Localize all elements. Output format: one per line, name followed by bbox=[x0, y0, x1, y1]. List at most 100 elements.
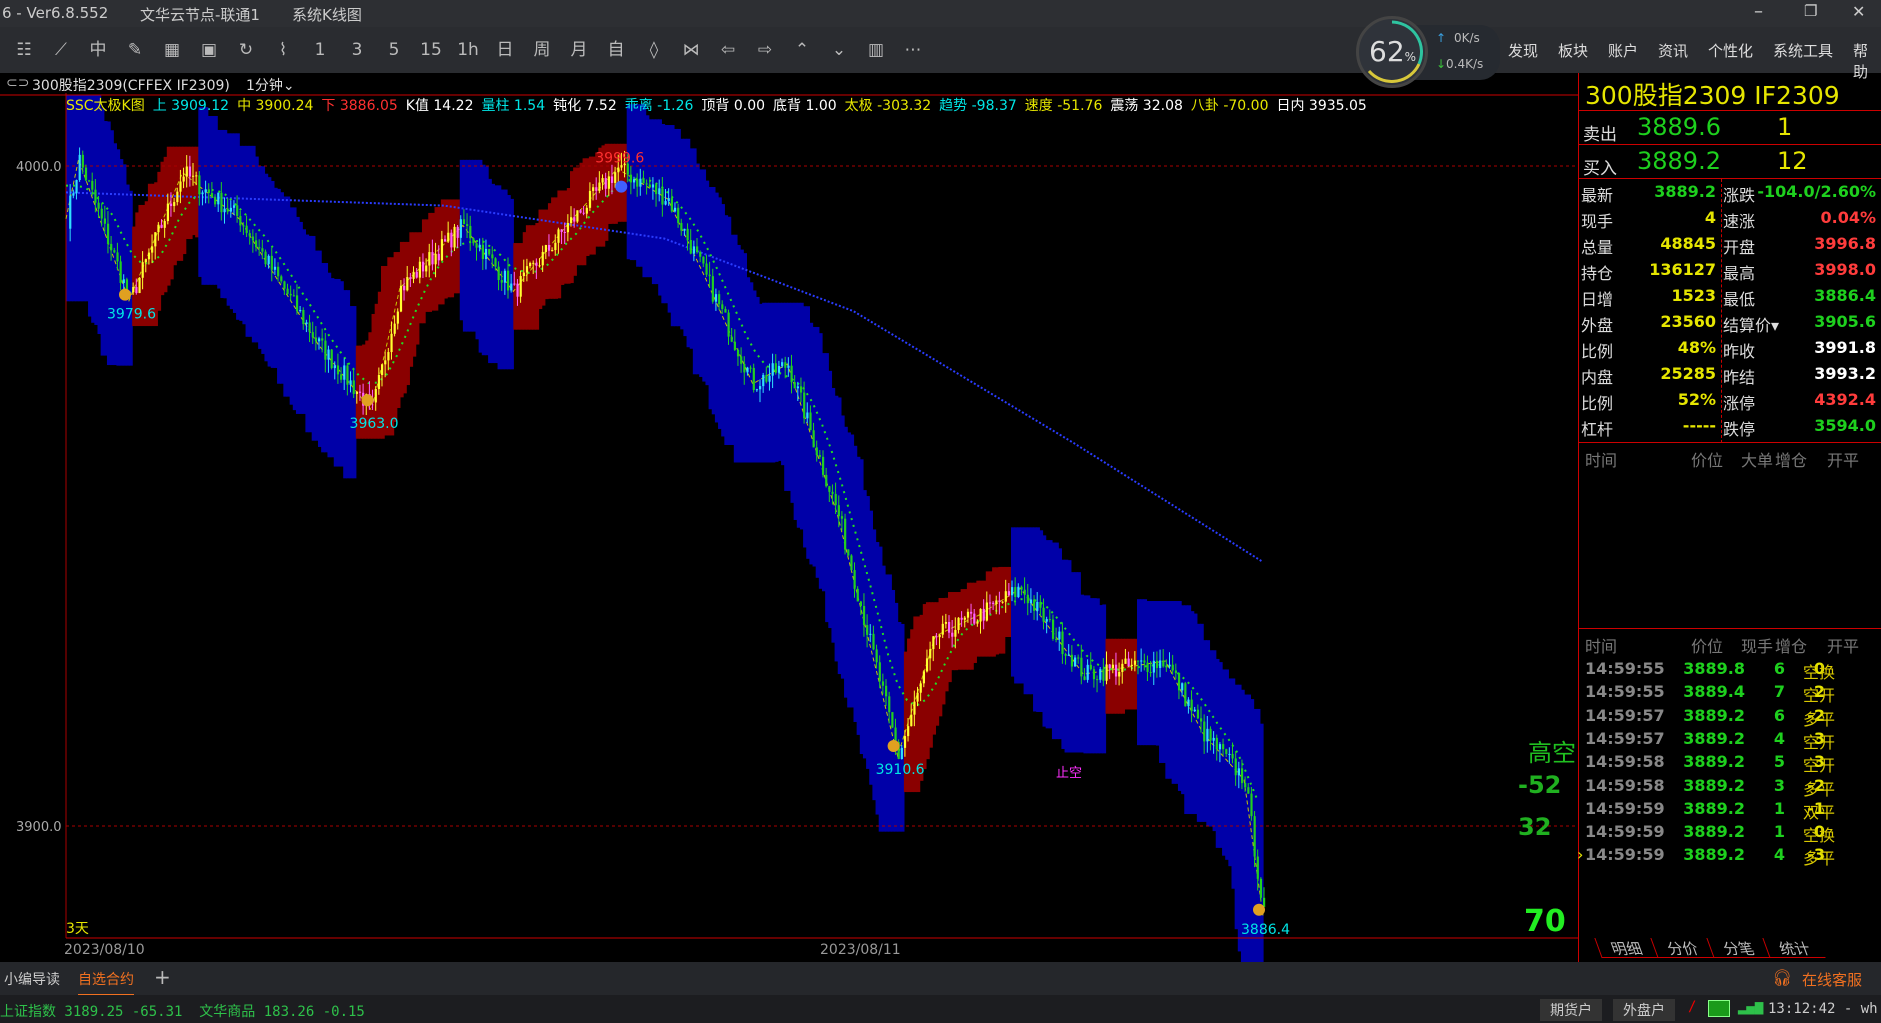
candle-body bbox=[806, 412, 809, 419]
candle-body bbox=[138, 277, 141, 294]
stop-short-tag: 止空 bbox=[1056, 766, 1082, 781]
candle-body bbox=[629, 174, 633, 183]
stat-label: 外盘 bbox=[1581, 316, 1614, 335]
indicator-10: 太极 -303.32 bbox=[844, 98, 932, 114]
menu-item-5[interactable]: 系统工具 bbox=[1773, 40, 1833, 61]
add-tab-button[interactable]: + bbox=[154, 965, 171, 989]
candle-body bbox=[869, 633, 872, 635]
tick-cell: 7 bbox=[1773, 682, 1785, 702]
menu-item-2[interactable]: 账户 bbox=[1608, 40, 1638, 61]
candle-body bbox=[519, 276, 522, 297]
right-arrow-icon[interactable]: ⇨ bbox=[751, 37, 779, 63]
candle-body bbox=[500, 280, 503, 283]
down-icon[interactable]: ⌄ bbox=[825, 37, 853, 63]
signal-label: 高空 bbox=[1528, 739, 1576, 767]
panel-tab-1[interactable]: 分价 bbox=[1650, 938, 1714, 958]
zoom-in-icon[interactable]: ◊ bbox=[640, 37, 668, 63]
candle-body bbox=[1212, 737, 1215, 741]
single-icon[interactable]: ▦ bbox=[158, 37, 186, 63]
more-icon[interactable]: ⋯ bbox=[899, 37, 927, 63]
save-icon[interactable]: ▣ bbox=[195, 37, 223, 63]
futures-account-button[interactable]: 期货户 bbox=[1540, 999, 1602, 1021]
period-7-button[interactable]: 月 bbox=[565, 37, 593, 63]
close-button[interactable]: ✕ bbox=[1852, 2, 1865, 21]
refresh-icon[interactable]: ↻ bbox=[232, 37, 260, 63]
candle-body bbox=[204, 189, 207, 193]
minimize-button[interactable]: – bbox=[1754, 1, 1763, 22]
candle-body bbox=[428, 252, 431, 266]
list-icon[interactable]: ☷ bbox=[10, 37, 38, 63]
indicator-0[interactable]: SSC太极K图 bbox=[66, 98, 145, 114]
line-chart-icon[interactable]: ⟋ bbox=[47, 37, 75, 63]
up-icon[interactable]: ⌃ bbox=[788, 37, 816, 63]
candle-body bbox=[116, 252, 119, 262]
tick-list[interactable]: 14:59:55 3889.8 6 0 空换 14:59:55 3889.4 7 2 空开 14:5… bbox=[1577, 655, 1881, 955]
draw-icon[interactable]: ✎ bbox=[121, 37, 149, 63]
left-arrow-icon[interactable]: ⇦ bbox=[714, 37, 742, 63]
stat-row: 外盘 23560 结算价▾ 3905.6 bbox=[1579, 312, 1881, 338]
period-2-button[interactable]: 5 bbox=[380, 37, 408, 63]
index-ticker[interactable]: 上证指数 3189.25 -65.31 文华商品 183.26 -0.15 bbox=[0, 1001, 365, 1021]
panel-tab-0[interactable]: 明细 bbox=[1594, 938, 1658, 958]
candle-body bbox=[261, 248, 264, 252]
candle-icon[interactable]: 中 bbox=[84, 37, 112, 63]
candle-body bbox=[592, 187, 595, 191]
candle-body bbox=[551, 250, 554, 252]
maximize-button[interactable]: ❐ bbox=[1804, 2, 1817, 20]
indicator-icon[interactable]: ⌇ bbox=[269, 37, 297, 63]
tick-cell: 14:59:55 bbox=[1585, 659, 1665, 678]
menu-item-1[interactable]: 板块 bbox=[1558, 40, 1588, 61]
column-header: 现手 bbox=[1741, 637, 1774, 656]
period-3-button[interactable]: 15 bbox=[417, 37, 445, 63]
stat-value: 0.04% bbox=[1820, 208, 1876, 227]
candle-body bbox=[1017, 586, 1020, 598]
zoom-out-icon[interactable]: ⋈ bbox=[677, 37, 705, 63]
menu-item-3[interactable]: 资讯 bbox=[1658, 40, 1688, 61]
period-0-button[interactable]: 1 bbox=[306, 37, 334, 63]
period-1-button[interactable]: 3 bbox=[343, 37, 371, 63]
candle-body bbox=[94, 189, 97, 203]
layout-icon[interactable]: ▥ bbox=[862, 37, 890, 63]
candle-body bbox=[1159, 660, 1162, 668]
candle-body bbox=[264, 251, 267, 265]
panel-tab-3[interactable]: 统计 bbox=[1762, 938, 1826, 958]
indicator-15: 日内 3935.05 bbox=[1276, 98, 1367, 114]
candle-body bbox=[229, 207, 232, 212]
tab-watchlist[interactable]: 自选合约 bbox=[78, 969, 134, 996]
tab-editor-reading[interactable]: 小编导读 bbox=[4, 969, 60, 989]
stat-label[interactable]: 结算价▾ bbox=[1723, 312, 1779, 336]
menu-item-0[interactable]: 发现 bbox=[1508, 40, 1538, 61]
foreign-account-button[interactable]: 外盘户 bbox=[1613, 999, 1675, 1021]
headset-icon: 🎧︎ bbox=[1772, 968, 1793, 987]
server-node[interactable]: 文华云节点-联通1 bbox=[140, 4, 260, 25]
candle-body bbox=[1080, 657, 1083, 677]
period-6-button[interactable]: 周 bbox=[528, 37, 556, 63]
stat-value: 3996.8 bbox=[1814, 234, 1876, 253]
panel-tab-2[interactable]: 分笔 bbox=[1706, 938, 1770, 958]
period-8-button[interactable]: 自 bbox=[602, 37, 630, 63]
network-gauge[interactable]: 62% bbox=[1356, 16, 1428, 88]
candle-body bbox=[1118, 671, 1121, 677]
candle-body bbox=[160, 224, 163, 228]
tick-cell: 14:59:59 bbox=[1585, 798, 1665, 818]
candle-body bbox=[529, 262, 532, 267]
tick-cell: 6 bbox=[1773, 705, 1785, 725]
candle-body bbox=[1011, 587, 1014, 596]
candle-body bbox=[396, 311, 399, 324]
tick-cell: 14:59:59 bbox=[1585, 822, 1665, 842]
candle-body bbox=[188, 166, 192, 177]
menu-item-4[interactable]: 个性化 bbox=[1708, 40, 1753, 61]
candle-body bbox=[582, 212, 585, 214]
candle-body bbox=[1140, 660, 1143, 662]
candle-body bbox=[1033, 599, 1036, 611]
column-header: 价位 bbox=[1691, 451, 1724, 470]
candle-body bbox=[598, 182, 601, 191]
period-5-button[interactable]: 日 bbox=[491, 37, 519, 63]
kline-chart[interactable]: 4000.0 3900.0 3979.6 3963.0 3999.6 3910.6 3886… bbox=[0, 73, 1578, 963]
period-4-button[interactable]: 1h bbox=[454, 37, 482, 63]
tick-cell: 5 bbox=[1773, 752, 1785, 772]
customer-service-link[interactable]: 在线客服 bbox=[1802, 969, 1862, 990]
tick-header: 时间 价位 现手 增仓 开平 bbox=[1579, 629, 1881, 656]
candle-body bbox=[141, 262, 144, 278]
tick-row[interactable]: 14:59:59 3889.2 4 -3 多平 › bbox=[1577, 841, 1881, 869]
